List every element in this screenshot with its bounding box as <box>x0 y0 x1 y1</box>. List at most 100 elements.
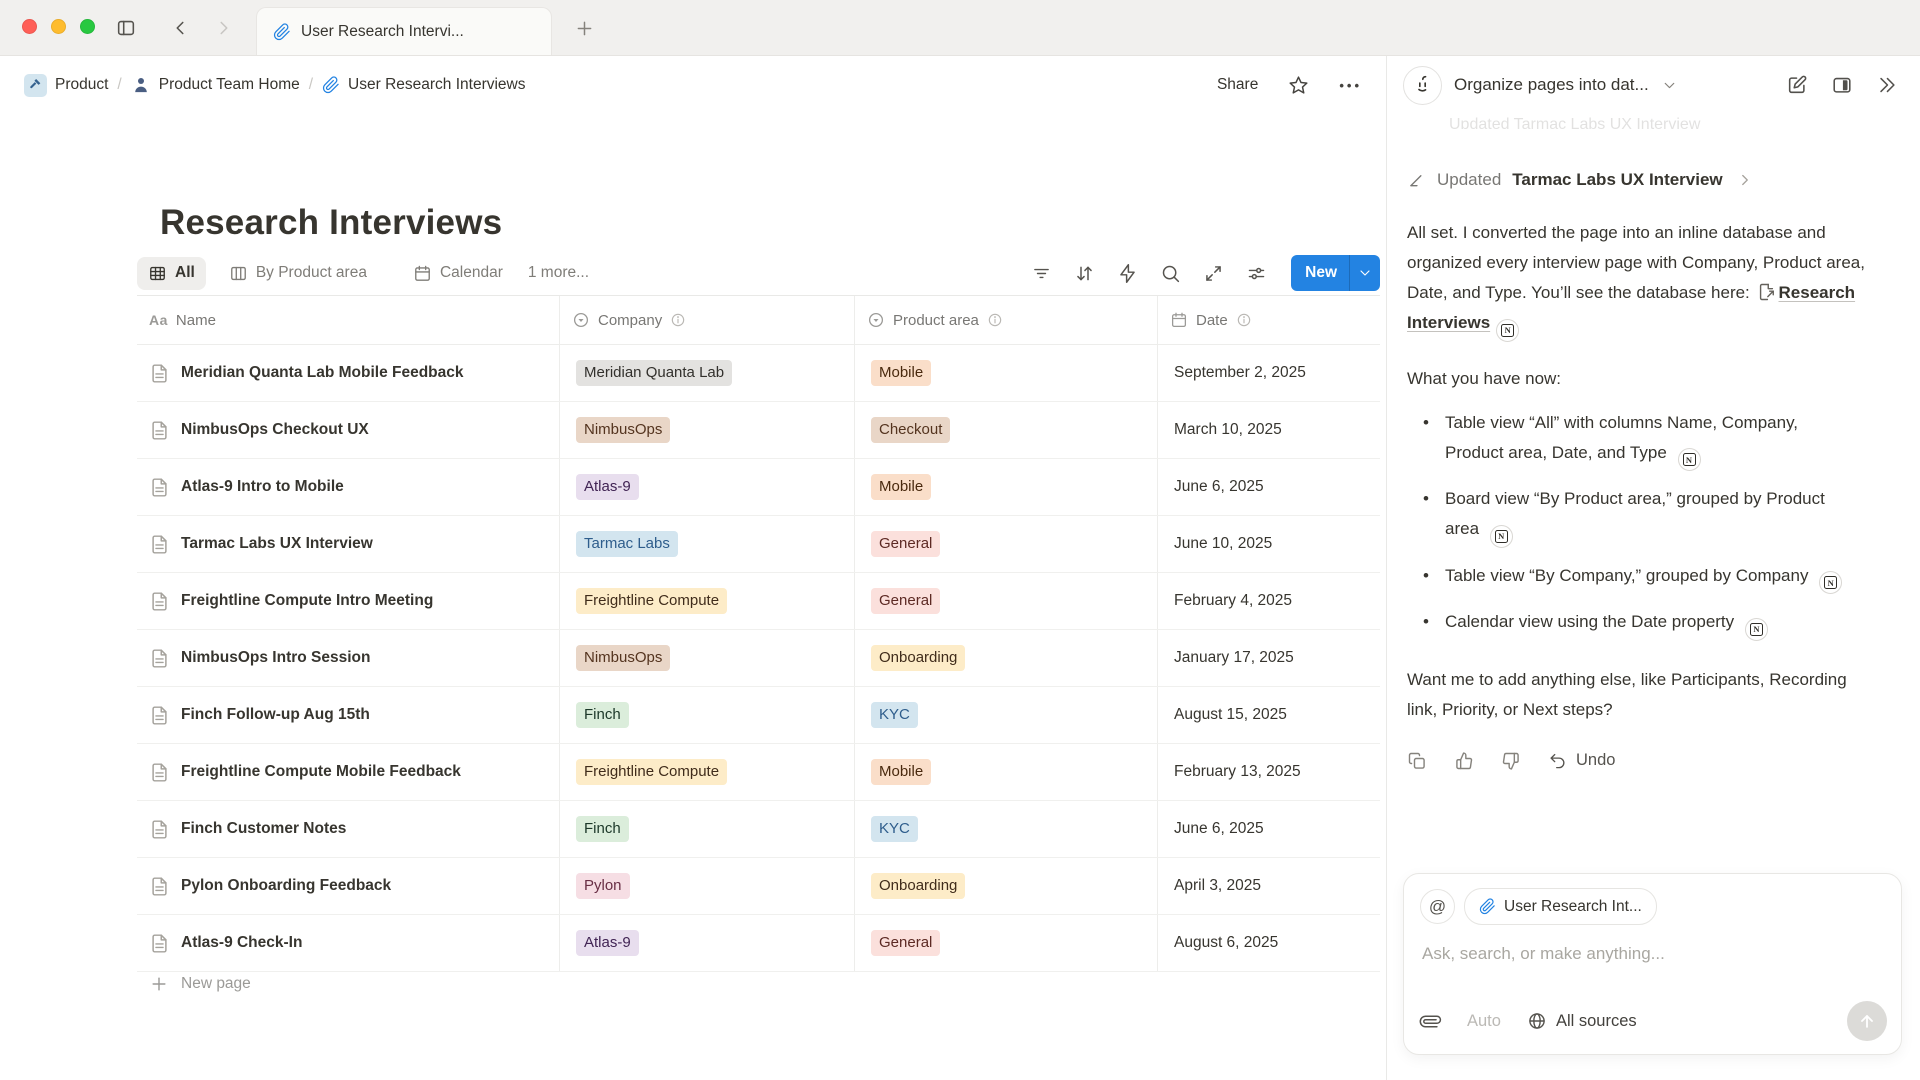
date-cell[interactable]: March 10, 2025 <box>1158 402 1380 458</box>
view-tab-all[interactable]: All <box>137 257 206 290</box>
date-cell[interactable]: April 3, 2025 <box>1158 858 1380 914</box>
panel-toggle-icon[interactable] <box>1831 74 1853 96</box>
product-area-cell[interactable]: Mobile <box>855 459 1158 515</box>
product-area-cell[interactable]: General <box>855 573 1158 629</box>
new-button[interactable]: New <box>1291 255 1380 291</box>
breadcrumb-item-product-team-home[interactable]: Product Team Home <box>131 75 300 95</box>
more-views-button[interactable]: 1 more... <box>528 264 589 282</box>
column-header-company[interactable]: Company <box>560 296 855 344</box>
date-cell[interactable]: February 13, 2025 <box>1158 744 1380 800</box>
date-cell[interactable]: January 17, 2025 <box>1158 630 1380 686</box>
name-cell[interactable]: Tarmac Labs UX Interview <box>137 516 560 572</box>
company-cell[interactable]: Finch <box>560 801 855 857</box>
name-cell[interactable]: Pylon Onboarding Feedback <box>137 858 560 914</box>
product-area-cell[interactable]: Onboarding <box>855 630 1158 686</box>
company-cell[interactable]: Atlas-9 <box>560 459 855 515</box>
new-tab-button[interactable] <box>570 14 598 42</box>
column-header-date[interactable]: Date <box>1158 296 1380 344</box>
attach-icon[interactable] <box>1416 1006 1446 1036</box>
date-cell[interactable]: June 6, 2025 <box>1158 801 1380 857</box>
sort-icon[interactable] <box>1074 263 1095 284</box>
column-header-name[interactable]: Aa Name <box>137 296 560 344</box>
favorite-star-icon[interactable] <box>1288 75 1309 96</box>
context-chip[interactable]: User Research Int... <box>1464 888 1657 925</box>
company-cell[interactable]: NimbusOps <box>560 402 855 458</box>
close-window-button[interactable] <box>22 19 37 34</box>
company-cell[interactable]: Finch <box>560 687 855 743</box>
ai-input[interactable] <box>1420 943 1861 965</box>
name-cell[interactable]: NimbusOps Checkout UX <box>137 402 560 458</box>
product-area-cell[interactable]: Onboarding <box>855 858 1158 914</box>
undo-button[interactable]: Undo <box>1548 751 1615 770</box>
back-button[interactable] <box>166 14 194 42</box>
table-row[interactable]: Finch Customer Notes Finch KYC June 6, 2… <box>137 801 1380 858</box>
product-area-cell[interactable]: KYC <box>855 801 1158 857</box>
automations-icon[interactable] <box>1117 263 1138 284</box>
zoom-window-button[interactable] <box>80 19 95 34</box>
filter-icon[interactable] <box>1031 263 1052 284</box>
new-page-button[interactable]: New page <box>137 961 1380 1007</box>
product-area-cell[interactable]: General <box>855 516 1158 572</box>
table-row[interactable]: Freightline Compute Mobile Feedback Frei… <box>137 744 1380 801</box>
search-icon[interactable] <box>1160 263 1181 284</box>
name-cell[interactable]: Freightline Compute Mobile Feedback <box>137 744 560 800</box>
info-icon[interactable] <box>670 312 686 328</box>
table-row[interactable]: Tarmac Labs UX Interview Tarmac Labs Gen… <box>137 516 1380 573</box>
date-cell[interactable]: February 4, 2025 <box>1158 573 1380 629</box>
view-tab-calendar[interactable]: Calendar <box>402 257 514 290</box>
company-cell[interactable]: Freightline Compute <box>560 573 855 629</box>
collapse-panel-icon[interactable] <box>1876 74 1898 96</box>
company-cell[interactable]: Pylon <box>560 858 855 914</box>
product-area-cell[interactable]: KYC <box>855 687 1158 743</box>
active-tab[interactable]: User Research Intervi... <box>256 7 552 55</box>
thumbs-up-icon[interactable] <box>1454 751 1474 771</box>
table-row[interactable]: NimbusOps Checkout UX NimbusOps Checkout… <box>137 402 1380 459</box>
table-row[interactable]: NimbusOps Intro Session NimbusOps Onboar… <box>137 630 1380 687</box>
minimize-window-button[interactable] <box>51 19 66 34</box>
table-row[interactable]: Pylon Onboarding Feedback Pylon Onboardi… <box>137 858 1380 915</box>
company-cell[interactable]: Tarmac Labs <box>560 516 855 572</box>
all-sources-button[interactable]: All sources <box>1527 1011 1637 1031</box>
date-cell[interactable]: June 6, 2025 <box>1158 459 1380 515</box>
expand-icon[interactable] <box>1203 263 1224 284</box>
chevron-down-icon[interactable] <box>1661 77 1678 94</box>
name-cell[interactable]: Atlas-9 Intro to Mobile <box>137 459 560 515</box>
view-tab-by-product-area[interactable]: By Product area <box>218 257 378 290</box>
updated-page-row[interactable]: Updated Tarmac Labs UX Interview <box>1407 162 1883 198</box>
send-button[interactable] <box>1847 1001 1887 1041</box>
company-cell[interactable]: NimbusOps <box>560 630 855 686</box>
company-cell[interactable]: Freightline Compute <box>560 744 855 800</box>
thumbs-down-icon[interactable] <box>1501 751 1521 771</box>
name-cell[interactable]: Meridian Quanta Lab Mobile Feedback <box>137 345 560 401</box>
product-area-cell[interactable]: Mobile <box>855 345 1158 401</box>
forward-button[interactable] <box>210 14 238 42</box>
name-cell[interactable]: Finch Follow-up Aug 15th <box>137 687 560 743</box>
info-icon[interactable] <box>987 312 1003 328</box>
table-row[interactable]: Finch Follow-up Aug 15th Finch KYC Augus… <box>137 687 1380 744</box>
new-button-dropdown[interactable] <box>1349 255 1380 291</box>
view-settings-icon[interactable] <box>1246 263 1267 284</box>
more-options-button[interactable]: ••• <box>1339 78 1362 93</box>
product-area-cell[interactable]: Mobile <box>855 744 1158 800</box>
table-row[interactable]: Meridian Quanta Lab Mobile Feedback Meri… <box>137 345 1380 402</box>
breadcrumb-item-user-research-interviews[interactable]: User Research Interviews <box>322 76 525 94</box>
new-chat-icon[interactable] <box>1786 74 1808 96</box>
product-area-cell[interactable]: Checkout <box>855 402 1158 458</box>
company-cell[interactable]: Meridian Quanta Lab <box>560 345 855 401</box>
date-cell[interactable]: June 10, 2025 <box>1158 516 1380 572</box>
mention-button[interactable]: @ <box>1420 889 1455 924</box>
name-cell[interactable]: Finch Customer Notes <box>137 801 560 857</box>
date-cell[interactable]: August 15, 2025 <box>1158 687 1380 743</box>
column-header-product-area[interactable]: Product area <box>855 296 1158 344</box>
name-cell[interactable]: NimbusOps Intro Session <box>137 630 560 686</box>
table-row[interactable]: Freightline Compute Intro Meeting Freigh… <box>137 573 1380 630</box>
ai-thread-title[interactable]: Organize pages into dat... <box>1454 75 1649 95</box>
auto-mode-button[interactable]: Auto <box>1467 1012 1501 1031</box>
copy-icon[interactable] <box>1407 751 1427 771</box>
name-cell[interactable]: Freightline Compute Intro Meeting <box>137 573 560 629</box>
info-icon[interactable] <box>1236 312 1252 328</box>
table-row[interactable]: Atlas-9 Intro to Mobile Atlas-9 Mobile J… <box>137 459 1380 516</box>
share-button[interactable]: Share <box>1217 76 1258 94</box>
breadcrumb-item-product[interactable]: Product <box>24 74 108 97</box>
toggle-sidebar-button[interactable] <box>112 14 140 42</box>
